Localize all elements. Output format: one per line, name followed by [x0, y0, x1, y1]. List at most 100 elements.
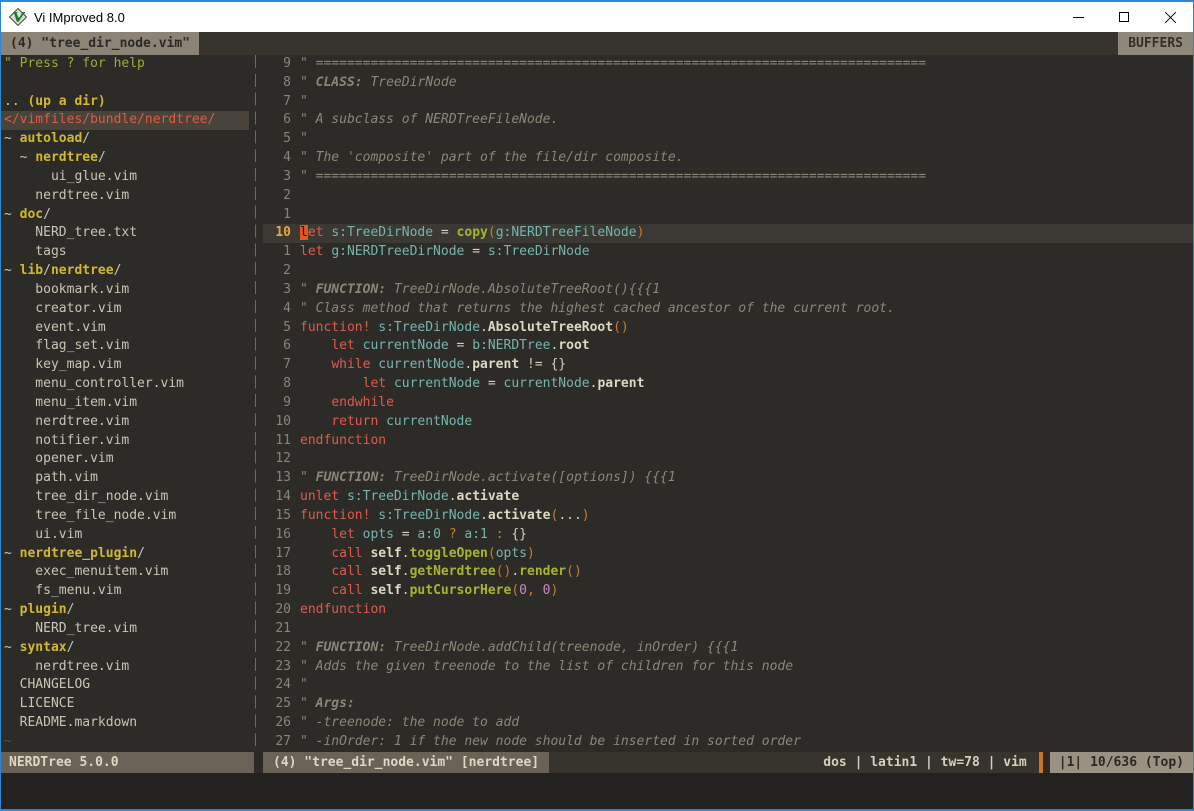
code-line[interactable]: 4" Class method that returns the highest…: [263, 300, 1193, 319]
code-line[interactable]: 16 let opts = a:0 ? a:1 : {}: [263, 526, 1193, 545]
nerdtree-item[interactable]: NERD_tree.txt: [1, 224, 249, 243]
nerdtree-item[interactable]: path.vim: [1, 469, 249, 488]
nerdtree-item[interactable]: key_map.vim: [1, 356, 249, 375]
nerdtree-item[interactable]: tree_dir_node.vim: [1, 488, 249, 507]
code-line[interactable]: 2: [263, 187, 1193, 206]
tabline-fill: [199, 32, 1118, 55]
close-button[interactable]: [1147, 2, 1193, 32]
nerdtree-item[interactable]: ~ nerdtree/: [1, 149, 249, 168]
code-line[interactable]: 1let g:NERDTreeDirNode = s:TreeDirNode: [263, 243, 1193, 262]
nerdtree-item[interactable]: ~ plugin/: [1, 601, 249, 620]
nerdtree-pane[interactable]: " Press ? for help .. (up a dir)</vimfile…: [1, 55, 249, 752]
nerdtree-item[interactable]: creator.vim: [1, 300, 249, 319]
code-line[interactable]: 2: [263, 262, 1193, 281]
nerdtree-item[interactable]: [1, 74, 249, 93]
code-line[interactable]: 6" A subclass of NERDTreeFileNode.: [263, 111, 1193, 130]
nerdtree-item[interactable]: nerdtree.vim: [1, 413, 249, 432]
code-line[interactable]: 5": [263, 130, 1193, 149]
line-number: 4: [263, 149, 291, 168]
nerdtree-item[interactable]: fs_menu.vim: [1, 582, 249, 601]
nerdtree-item[interactable]: ui.vim: [1, 526, 249, 545]
code-line[interactable]: 7": [263, 93, 1193, 112]
code-line[interactable]: 3" FUNCTION: TreeDirNode.AbsoluteTreeRoo…: [263, 281, 1193, 300]
code-line[interactable]: 13" FUNCTION: TreeDirNode.activate([opti…: [263, 469, 1193, 488]
nerdtree-item[interactable]: .. (up a dir): [1, 93, 249, 112]
code-line[interactable]: 18 call self.getNerdtree().render(): [263, 563, 1193, 582]
status-gap: [254, 752, 263, 773]
code-line[interactable]: 12: [263, 450, 1193, 469]
code-line[interactable]: 3" =====================================…: [263, 168, 1193, 187]
nerdtree-item-selected[interactable]: </vimfiles/bundle/nerdtree/: [1, 111, 249, 130]
code-line[interactable]: 11endfunction: [263, 432, 1193, 451]
nerdtree-item[interactable]: flag_set.vim: [1, 337, 249, 356]
nerdtree-item[interactable]: ~ lib/nerdtree/: [1, 262, 249, 281]
nerdtree-item[interactable]: ~: [1, 733, 249, 752]
minimize-icon: [1073, 17, 1084, 18]
code-line[interactable]: 19 call self.putCursorHere(0, 0): [263, 582, 1193, 601]
code-line[interactable]: 9" =====================================…: [263, 55, 1193, 74]
statusbar: NERDTree 5.0.0 (4) "tree_dir_node.vim" […: [1, 752, 1193, 773]
status-gap-2: [1043, 752, 1050, 773]
nerdtree-item[interactable]: event.vim: [1, 319, 249, 338]
maximize-button[interactable]: [1101, 2, 1147, 32]
line-number: 6: [263, 337, 291, 356]
code-line-current[interactable]: 10let s:TreeDirNode = copy(g:NERDTreeFil…: [263, 224, 1193, 243]
code-line[interactable]: 8 let currentNode = currentNode.parent: [263, 375, 1193, 394]
nerdtree-item[interactable]: " Press ? for help: [1, 55, 249, 74]
buffers-label[interactable]: BUFFERS: [1118, 32, 1193, 55]
nerdtree-item[interactable]: ~ nerdtree_plugin/: [1, 545, 249, 564]
code-line[interactable]: 5function! s:TreeDirNode.AbsoluteTreeRoo…: [263, 319, 1193, 338]
nerdtree-item[interactable]: opener.vim: [1, 450, 249, 469]
code-line[interactable]: 26" -treenode: the node to add: [263, 714, 1193, 733]
code-line[interactable]: 21: [263, 620, 1193, 639]
editor-pane[interactable]: 9" =====================================…: [263, 55, 1193, 752]
nerdtree-item[interactable]: bookmark.vim: [1, 281, 249, 300]
line-number: 7: [263, 93, 291, 112]
nerdtree-item[interactable]: ~ doc/: [1, 206, 249, 225]
code-line[interactable]: 1: [263, 206, 1193, 225]
nerdtree-item[interactable]: tags: [1, 243, 249, 262]
nerdtree-item[interactable]: nerdtree.vim: [1, 658, 249, 677]
line-number: 4: [263, 300, 291, 319]
code-line[interactable]: 25" Args:: [263, 695, 1193, 714]
nerdtree-item[interactable]: CHANGELOG: [1, 676, 249, 695]
line-number: 17: [263, 545, 291, 564]
tab-tree-dir-node[interactable]: (4) "tree_dir_node.vim": [1, 32, 199, 55]
code-line[interactable]: 9 endwhile: [263, 394, 1193, 413]
code-line[interactable]: 15function! s:TreeDirNode.activate(...): [263, 507, 1193, 526]
code-line[interactable]: 4" The 'composite' part of the file/dir …: [263, 149, 1193, 168]
command-line[interactable]: [1, 773, 1193, 809]
maximize-icon: [1119, 12, 1129, 22]
nerdtree-status: NERDTree 5.0.0: [1, 752, 254, 773]
line-number: 3: [263, 168, 291, 187]
nerdtree-item[interactable]: tree_file_node.vim: [1, 507, 249, 526]
vim-window: Vi IMproved 8.0 (4) "tree_dir_node.vim" …: [0, 0, 1194, 811]
minimize-button[interactable]: [1055, 2, 1101, 32]
line-number: 9: [263, 55, 291, 74]
code-line[interactable]: 24": [263, 676, 1193, 695]
nerdtree-item[interactable]: notifier.vim: [1, 432, 249, 451]
nerdtree-item[interactable]: ~ syntax/: [1, 639, 249, 658]
code-line[interactable]: 8" CLASS: TreeDirNode: [263, 74, 1193, 93]
code-line[interactable]: 27" -inOrder: 1 if the new node should b…: [263, 733, 1193, 752]
code-line[interactable]: 10 return currentNode: [263, 413, 1193, 432]
nerdtree-item[interactable]: nerdtree.vim: [1, 187, 249, 206]
code-line[interactable]: 14unlet s:TreeDirNode.activate: [263, 488, 1193, 507]
nerdtree-item[interactable]: menu_controller.vim: [1, 375, 249, 394]
nerdtree-item[interactable]: ui_glue.vim: [1, 168, 249, 187]
nerdtree-item[interactable]: README.markdown: [1, 714, 249, 733]
code-line[interactable]: 20endfunction: [263, 601, 1193, 620]
nerdtree-item[interactable]: menu_item.vim: [1, 394, 249, 413]
code-line[interactable]: 7 while currentNode.parent != {}: [263, 356, 1193, 375]
nerdtree-item[interactable]: exec_menuitem.vim: [1, 563, 249, 582]
code-line[interactable]: 17 call self.toggleOpen(opts): [263, 545, 1193, 564]
nerdtree-item[interactable]: ~ autoload/: [1, 130, 249, 149]
vertical-split-handle[interactable]: [249, 55, 263, 752]
nerdtree-item[interactable]: NERD_tree.vim: [1, 620, 249, 639]
code-line[interactable]: 6 let currentNode = b:NERDTree.root: [263, 337, 1193, 356]
titlebar: Vi IMproved 8.0: [1, 2, 1193, 32]
cursor-position: |1| 10/636 (Top): [1050, 752, 1193, 773]
code-line[interactable]: 22" FUNCTION: TreeDirNode.addChild(treen…: [263, 639, 1193, 658]
nerdtree-item[interactable]: LICENCE: [1, 695, 249, 714]
code-line[interactable]: 23" Adds the given treenode to the list …: [263, 658, 1193, 677]
